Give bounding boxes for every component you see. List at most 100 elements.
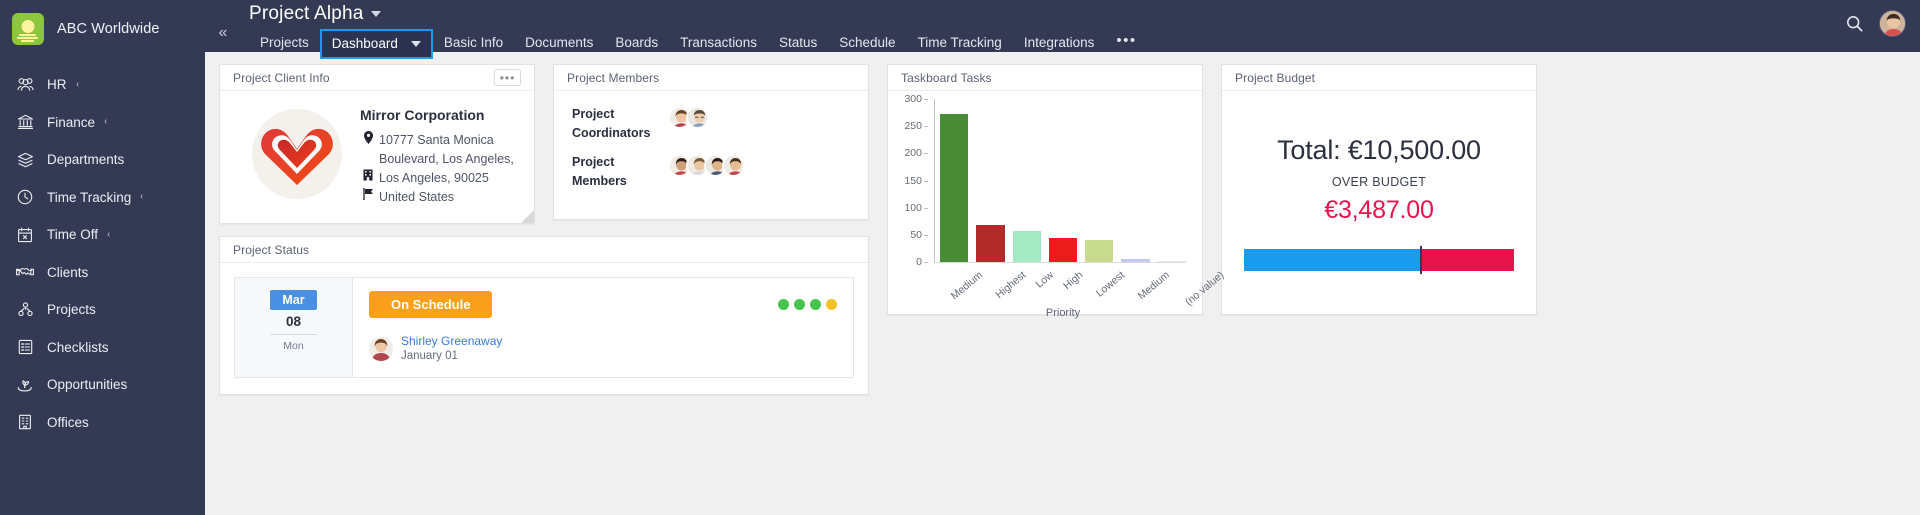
top-left-row: Project Client Info ••• (219, 64, 869, 224)
tab-transactions[interactable]: Transactions (669, 29, 768, 57)
status-indicator-dots (778, 299, 837, 310)
topbar-content: Project Alpha Projects Dashboard Basic I… (241, 0, 1148, 59)
members-card-body: Project Coordinators Project Members (554, 91, 868, 219)
sidebar-item-projects[interactable]: Projects (0, 291, 205, 329)
chart-y-tick: 200 (904, 147, 922, 159)
sidebar-item-checklists[interactable]: Checklists (0, 329, 205, 367)
status-author-link[interactable]: Shirley Greenaway (401, 334, 502, 349)
sidebar-item-offices[interactable]: Offices (0, 404, 205, 442)
tab-dashboard[interactable]: Dashboard (320, 29, 433, 59)
chart-y-tick: 150 (904, 175, 922, 187)
chart-bar[interactable] (1049, 238, 1077, 262)
tab-boards[interactable]: Boards (604, 29, 669, 57)
sidebar-item-opportunities[interactable]: Opportunities (0, 366, 205, 404)
member-group-label: Project Coordinators (572, 105, 668, 143)
user-avatar[interactable] (1879, 10, 1906, 37)
chart-bar[interactable] (940, 114, 968, 262)
status-card-body: Mar 08 Mon On Schedule (220, 263, 868, 394)
project-budget-card: Project Budget Total: €10,500.00 OVER BU… (1221, 64, 1537, 315)
chart-y-tick: 250 (904, 120, 922, 132)
main-area: « Project Alpha Projects Dashboard Basic… (205, 0, 1920, 515)
sidebar-item-label: Opportunities (47, 377, 127, 392)
topbar: « Project Alpha Projects Dashboard Basic… (205, 0, 1920, 52)
tab-integrations[interactable]: Integrations (1013, 29, 1106, 57)
client-address-line2-row: Boulevard, Los Angeles, (360, 150, 520, 168)
chart-bar[interactable] (1121, 259, 1149, 262)
seedling-icon (12, 377, 38, 392)
hierarchy-icon (12, 302, 38, 317)
project-client-info-card: Project Client Info ••• (219, 64, 535, 224)
card-header: Taskboard Tasks (888, 65, 1202, 91)
flag-icon (360, 188, 376, 206)
status-entry-date: January 01 (401, 349, 502, 364)
card-header: Project Client Info ••• (220, 65, 534, 91)
chevron-left-icon: ‹ (141, 192, 144, 202)
people-icon (12, 77, 38, 92)
chart-bar[interactable] (1158, 261, 1186, 263)
sidebar-item-label: Clients (47, 265, 88, 280)
chart-axis-line-vertical (934, 99, 935, 263)
sidebar-item-label: Finance (47, 115, 95, 130)
dashboard-row: Project Client Info ••• (219, 64, 1906, 395)
dashboard-content: Project Client Info ••• (205, 52, 1920, 515)
collapse-sidebar-button[interactable]: « (205, 0, 241, 52)
budget-over-amount: €3,487.00 (1324, 196, 1433, 225)
sidebar-item-label: HR (47, 77, 67, 92)
sidebar-item-hr[interactable]: HR ‹ (0, 66, 205, 104)
tab-projects[interactable]: Projects (249, 29, 320, 57)
card-title: Project Client Info (233, 71, 330, 85)
tab-documents[interactable]: Documents (514, 29, 604, 57)
tab-time-tracking[interactable]: Time Tracking (907, 29, 1013, 57)
chart-y-tick: 100 (904, 202, 922, 214)
avatar[interactable] (369, 337, 393, 361)
chevron-left-icon: ‹ (104, 117, 107, 127)
sidebar-item-label: Time Tracking (47, 190, 131, 205)
sidebar-item-departments[interactable]: Departments (0, 141, 205, 179)
chart-bar[interactable] (1085, 240, 1113, 262)
chevron-down-icon[interactable] (411, 41, 421, 47)
chevron-down-icon[interactable] (371, 11, 381, 17)
sidebar-item-finance[interactable]: Finance ‹ (0, 104, 205, 142)
avatar[interactable] (722, 154, 745, 177)
more-tabs-button[interactable]: ••• (1105, 27, 1147, 59)
brand[interactable]: ABC Worldwide (0, 4, 205, 54)
search-icon[interactable] (1846, 15, 1863, 32)
sidebar-item-time-tracking[interactable]: Time Tracking ‹ (0, 179, 205, 217)
sidebar-item-time-off[interactable]: Time Off ‹ (0, 216, 205, 254)
coordinator-avatars (668, 105, 709, 129)
client-country-text: United States (376, 188, 454, 206)
client-city-zip: Los Angeles, 90025 (376, 169, 489, 187)
status-dot[interactable] (778, 299, 789, 310)
client-details: Mirror Corporation 10777 Santa Monica (360, 105, 520, 207)
avatar[interactable] (686, 106, 709, 129)
tab-bar: Projects Dashboard Basic Info Documents … (241, 27, 1148, 59)
client-city: Los Angeles, 90025 (360, 169, 520, 187)
status-dot[interactable] (810, 299, 821, 310)
client-card-menu-button[interactable]: ••• (494, 69, 521, 86)
status-dot[interactable] (826, 299, 837, 310)
spacer-icon (360, 150, 376, 168)
chart-y-tick: 0 (916, 256, 922, 268)
client-name: Mirror Corporation (360, 107, 520, 123)
project-title-row[interactable]: Project Alpha (241, 3, 1148, 25)
budget-bar-blue-segment (1244, 249, 1420, 271)
status-details: On Schedule (353, 278, 853, 377)
chart-y-axis: 050100150200250300 (894, 99, 928, 263)
chart-bar[interactable] (976, 225, 1004, 262)
card-title: Project Members (567, 71, 659, 85)
status-dot[interactable] (794, 299, 805, 310)
page-title: Project Alpha (249, 3, 364, 25)
city-icon (360, 169, 376, 187)
taskboard-tasks-chart: 050100150200250300 MediumHighestLowHighL… (888, 91, 1202, 315)
tab-basic-info[interactable]: Basic Info (433, 29, 514, 57)
tab-schedule[interactable]: Schedule (828, 29, 906, 57)
chart-bar[interactable] (1013, 231, 1041, 263)
card-header: Project Budget (1222, 65, 1536, 91)
sidebar-item-clients[interactable]: Clients (0, 254, 205, 292)
checklist-icon (12, 339, 38, 355)
tab-status[interactable]: Status (768, 29, 828, 57)
member-group-members: Project Members (572, 153, 850, 191)
handshake-icon (12, 265, 38, 279)
chart-plot-area: 050100150200250300 (934, 99, 1186, 263)
chart-bars (940, 99, 1186, 262)
